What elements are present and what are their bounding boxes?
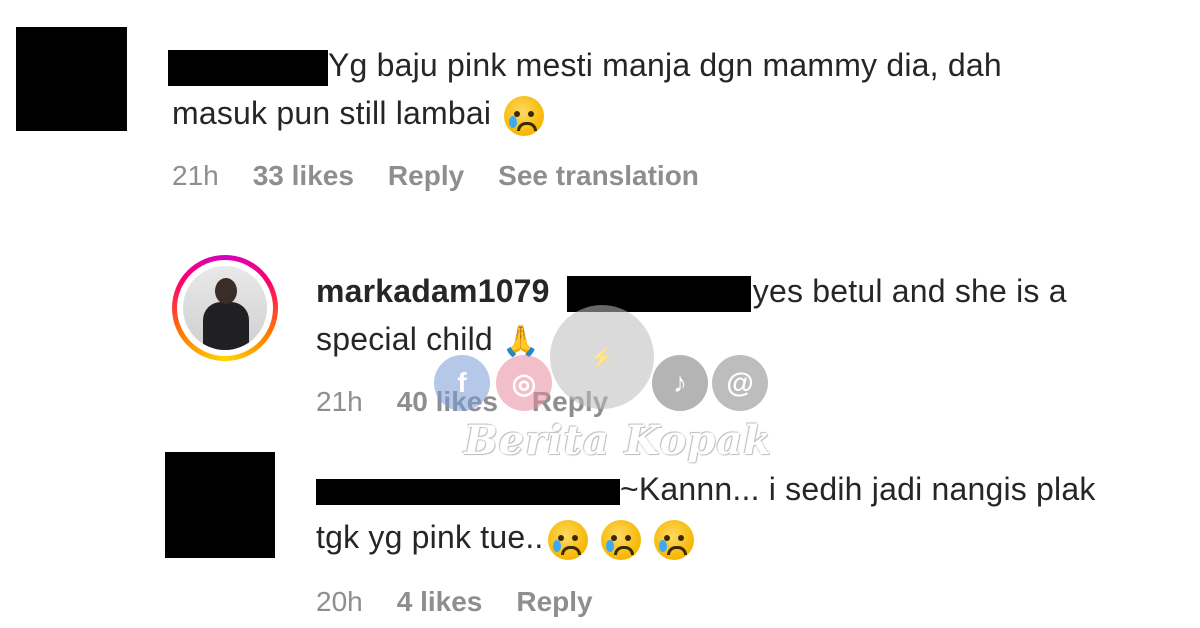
comment-1-body: Yg baju pink mesti manja dgn mammy dia, … <box>168 42 1168 88</box>
timestamp: 20h <box>316 586 363 617</box>
threads-icon: @ <box>712 355 768 411</box>
facebook-icon: f <box>434 355 490 411</box>
avatar-redacted[interactable] <box>16 27 127 131</box>
likes-count[interactable]: 33 likes <box>253 160 354 192</box>
crying-face-icon <box>547 519 588 560</box>
reply-button[interactable]: Reply <box>516 586 592 618</box>
comment-3-text: ~Kannn... i sedih jadi nangis plak <box>620 471 1096 507</box>
crying-face-icon <box>653 519 694 560</box>
watermark: f ◎ ⚡ ♪ @ Berita Kopak <box>434 305 774 465</box>
comment-3-body-line2: tgk yg pink tue.. <box>316 514 694 560</box>
avatar <box>183 266 267 350</box>
username-link[interactable]: markadam1079 <box>316 273 550 309</box>
comment-1-meta: 21h 33 likes Reply See translation <box>172 160 699 192</box>
likes-count[interactable]: 4 likes <box>397 586 483 618</box>
timestamp: 21h <box>316 386 363 417</box>
comment-3-body: ~Kannn... i sedih jadi nangis plak <box>316 466 1186 512</box>
instagram-icon: ◎ <box>496 355 552 411</box>
crying-face-icon <box>504 95 545 136</box>
crying-face-icon <box>600 519 641 560</box>
comment-3-meta: 20h 4 likes Reply <box>316 586 593 618</box>
tiktok-icon: ♪ <box>652 355 708 411</box>
username-redacted[interactable] <box>168 49 328 86</box>
logo-icon: ⚡ <box>550 305 654 409</box>
watermark-brand: Berita Kopak <box>464 417 773 464</box>
avatar-story-ring[interactable] <box>172 255 278 361</box>
timestamp: 21h <box>172 160 219 191</box>
comment-1-body-line2: masuk pun still lambai <box>172 90 545 136</box>
username-redacted[interactable] <box>316 478 620 505</box>
see-translation-button[interactable]: See translation <box>498 160 699 192</box>
comment-2-text: yes betul and she is a <box>752 273 1067 309</box>
comment-1-text: Yg baju pink mesti manja dgn mammy dia, … <box>328 47 1002 83</box>
reply-button[interactable]: Reply <box>388 160 464 192</box>
avatar-redacted[interactable] <box>165 452 275 558</box>
